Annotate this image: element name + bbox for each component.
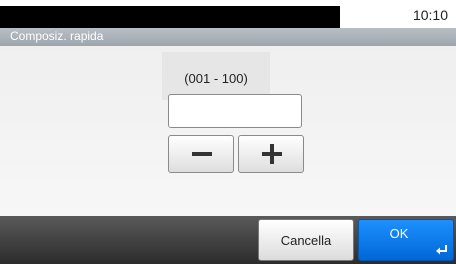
decrement-button[interactable] [168,135,234,173]
main-panel: (001 - 100) [0,46,456,216]
enter-icon [436,245,447,255]
minus-icon [192,152,212,156]
cancel-button[interactable]: Cancella [258,219,354,261]
speed-dial-number-field[interactable] [168,94,302,128]
page-title: Composiz. rapida [10,29,104,43]
bottom-bar: Cancella OK [0,216,456,264]
increment-button[interactable] [238,135,304,173]
clock: 10:10 [412,7,448,23]
ok-label: OK [389,226,409,241]
title-bar: Composiz. rapida [0,28,456,46]
status-message-area [0,6,340,28]
ok-button[interactable]: OK [358,219,454,261]
status-bar: 10:10 [0,0,456,28]
range-label: (001 - 100) [162,52,270,100]
